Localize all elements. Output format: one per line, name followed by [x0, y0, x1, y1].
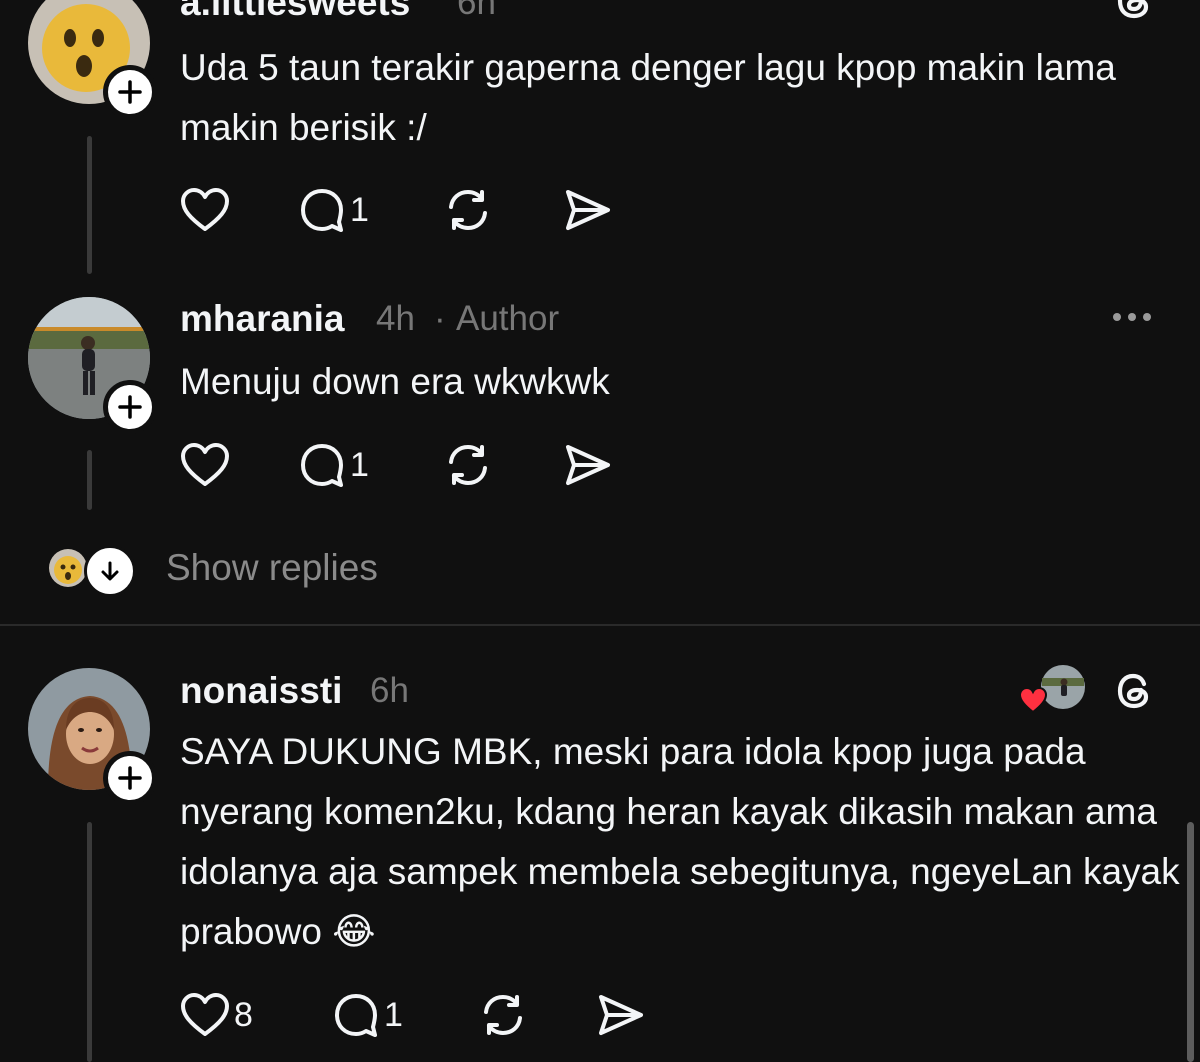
action-row: 1: [180, 185, 613, 235]
username[interactable]: a.littlesweets: [180, 0, 410, 21]
follow-button[interactable]: [103, 380, 157, 434]
comment-icon: [301, 444, 343, 487]
reply-button[interactable]: 1: [298, 440, 443, 490]
heart-filled-icon: [1018, 686, 1048, 714]
username[interactable]: nonaissti: [180, 672, 342, 709]
action-row: 1: [180, 440, 613, 490]
post-text: Uda 5 taun terakir gaperna denger lagu k…: [180, 47, 1116, 148]
reply-count: 1: [350, 445, 369, 484]
heart-icon: [181, 993, 229, 1036]
repost-button[interactable]: [443, 185, 563, 235]
share-button[interactable]: [563, 440, 613, 490]
username[interactable]: mharania: [180, 300, 345, 337]
follow-button[interactable]: [103, 751, 157, 805]
reply-avatars: [48, 543, 138, 597]
liked-by-author-indicator: [1018, 664, 1088, 714]
thread-line: [87, 136, 92, 274]
plus-icon: [118, 395, 142, 419]
author-badge: Author: [456, 299, 560, 338]
post-text: SAYA DUKUNG MBK, meski para idola kpop j…: [180, 731, 1180, 952]
send-icon: [599, 995, 643, 1035]
like-button[interactable]: [180, 185, 298, 235]
divider: [0, 624, 1200, 626]
repost-icon: [484, 995, 522, 1035]
threads-logo-icon[interactable]: [1110, 0, 1160, 26]
plus-icon: [118, 80, 142, 104]
post-time: 6h: [457, 0, 496, 22]
follow-button[interactable]: [103, 65, 157, 119]
post-time: 6h: [370, 671, 409, 710]
repost-icon: [449, 190, 487, 230]
plus-icon: [118, 766, 142, 790]
share-button[interactable]: [563, 185, 613, 235]
comment-icon: [301, 189, 343, 232]
thread-line: [87, 450, 92, 510]
repost-button[interactable]: [478, 990, 596, 1040]
reply-button[interactable]: 1: [332, 990, 478, 1040]
meta-separator: ·: [434, 299, 446, 338]
comment-icon: [335, 994, 377, 1037]
mini-avatar: [49, 549, 87, 587]
reply-count: 1: [350, 190, 369, 229]
like-count: 8: [234, 995, 253, 1034]
heart-icon: [181, 188, 229, 231]
like-button[interactable]: 8: [180, 990, 332, 1040]
thread-line: [87, 822, 92, 1062]
threads-logo-icon[interactable]: [1110, 666, 1160, 716]
share-button[interactable]: [596, 990, 646, 1040]
send-icon: [566, 190, 610, 230]
heart-icon: [181, 443, 229, 486]
send-icon: [566, 445, 610, 485]
post-time: 4h: [376, 299, 415, 338]
more-icon[interactable]: [1113, 313, 1151, 321]
action-row: 8 1: [180, 990, 646, 1040]
post-text: Menuju down era wkwkwk: [180, 361, 610, 402]
show-replies-button[interactable]: Show replies: [48, 542, 378, 597]
thread-view: a.littlesweets 6h Uda 5 taun terakir gap…: [0, 0, 1200, 1062]
reply-count: 1: [384, 995, 403, 1034]
show-replies-label: Show replies: [166, 547, 378, 588]
arrow-down-icon: [84, 545, 136, 597]
scrollbar[interactable]: [1187, 822, 1194, 1062]
reply-button[interactable]: 1: [298, 185, 443, 235]
like-button[interactable]: [180, 440, 298, 490]
repost-button[interactable]: [443, 440, 563, 490]
repost-icon: [449, 445, 487, 485]
